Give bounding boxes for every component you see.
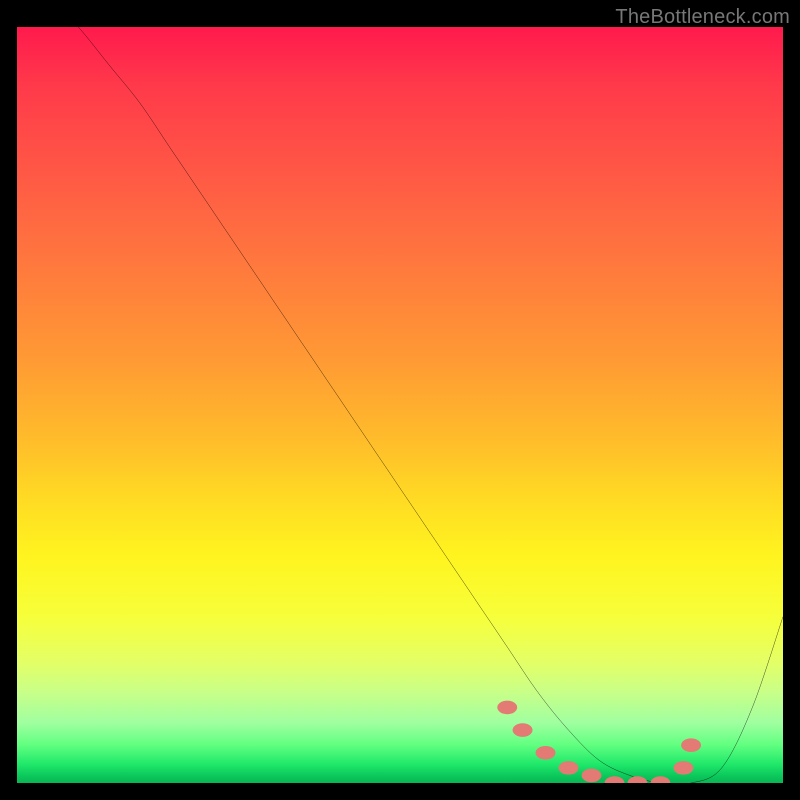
background-gradient [17,27,783,783]
attribution-label: TheBottleneck.com [615,6,790,29]
chart-canvas: TheBottleneck.com [0,0,800,800]
plot-frame [17,27,783,783]
plot-area [17,27,783,783]
